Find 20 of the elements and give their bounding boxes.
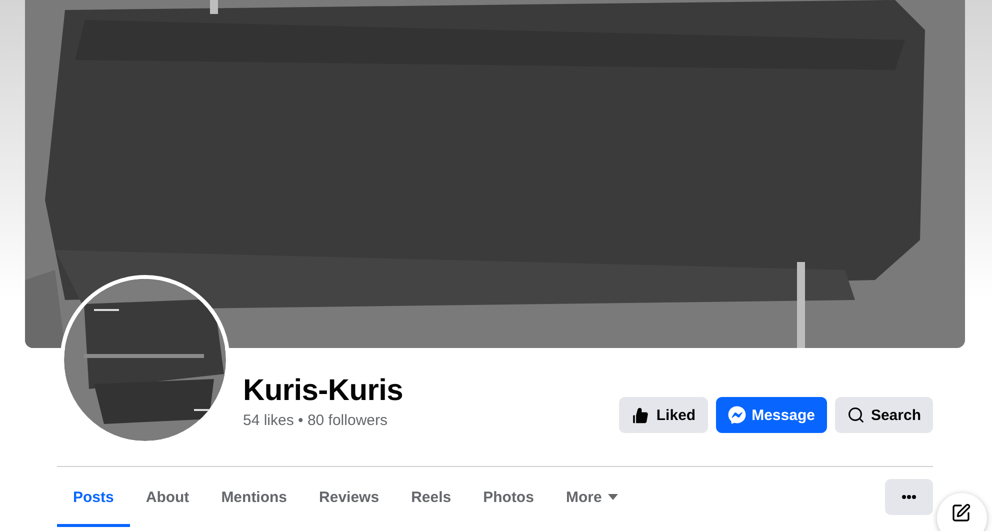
liked-button[interactable]: Liked — [619, 397, 708, 433]
nav-tab[interactable]: Photos — [467, 467, 550, 527]
nav-tab[interactable]: Reviews — [303, 467, 396, 527]
nav-tab[interactable]: Posts — [57, 467, 130, 527]
nav-tab[interactable]: More — [550, 467, 634, 527]
more-icon — [902, 495, 916, 499]
caret-icon — [608, 494, 618, 500]
messenger-icon — [728, 406, 746, 424]
message-button[interactable]: Message — [716, 397, 827, 433]
nav-tab[interactable]: Mentions — [205, 467, 304, 527]
search-button[interactable]: Search — [834, 397, 933, 433]
page-name: Kuris-Kuris — [243, 374, 404, 408]
search-icon — [846, 406, 865, 424]
nav-tab[interactable]: About — [130, 467, 206, 527]
compose-icon — [951, 503, 971, 523]
page-stats: 54 likes • 80 followers — [243, 412, 388, 429]
nav-tab[interactable]: Reels — [395, 467, 468, 527]
thumbs-up-icon — [631, 406, 650, 424]
compose-button[interactable] — [937, 493, 987, 531]
more-options-button[interactable] — [885, 479, 933, 515]
